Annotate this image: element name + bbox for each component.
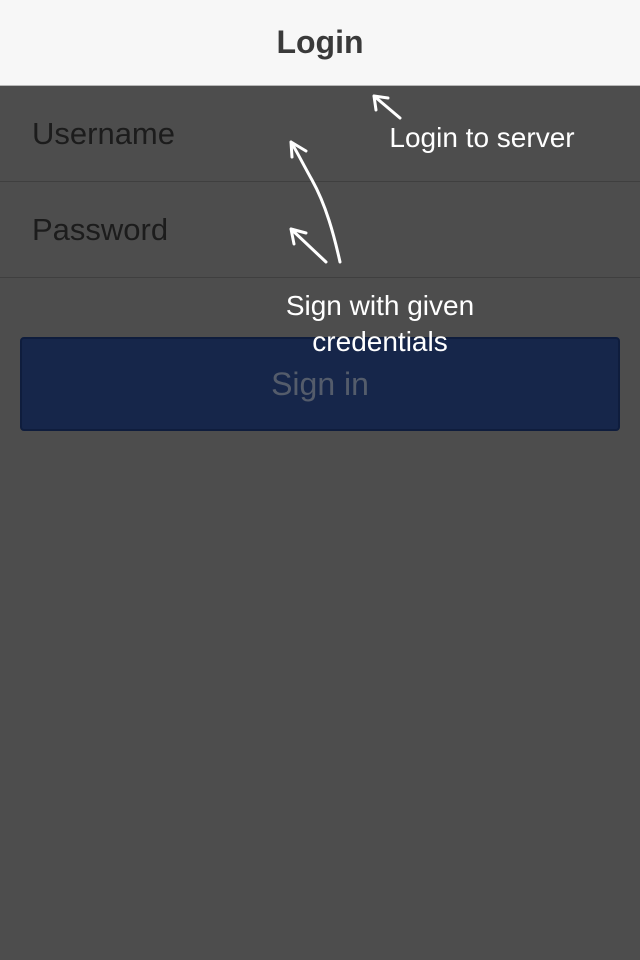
page-title: Login	[276, 24, 364, 60]
annotation-sign-note: Sign with given credentials	[285, 290, 475, 357]
password-field[interactable]	[32, 182, 612, 277]
navigation-bar: Login	[0, 0, 640, 86]
annotation-login-note: Login to server	[389, 122, 575, 153]
password-row	[0, 182, 640, 278]
